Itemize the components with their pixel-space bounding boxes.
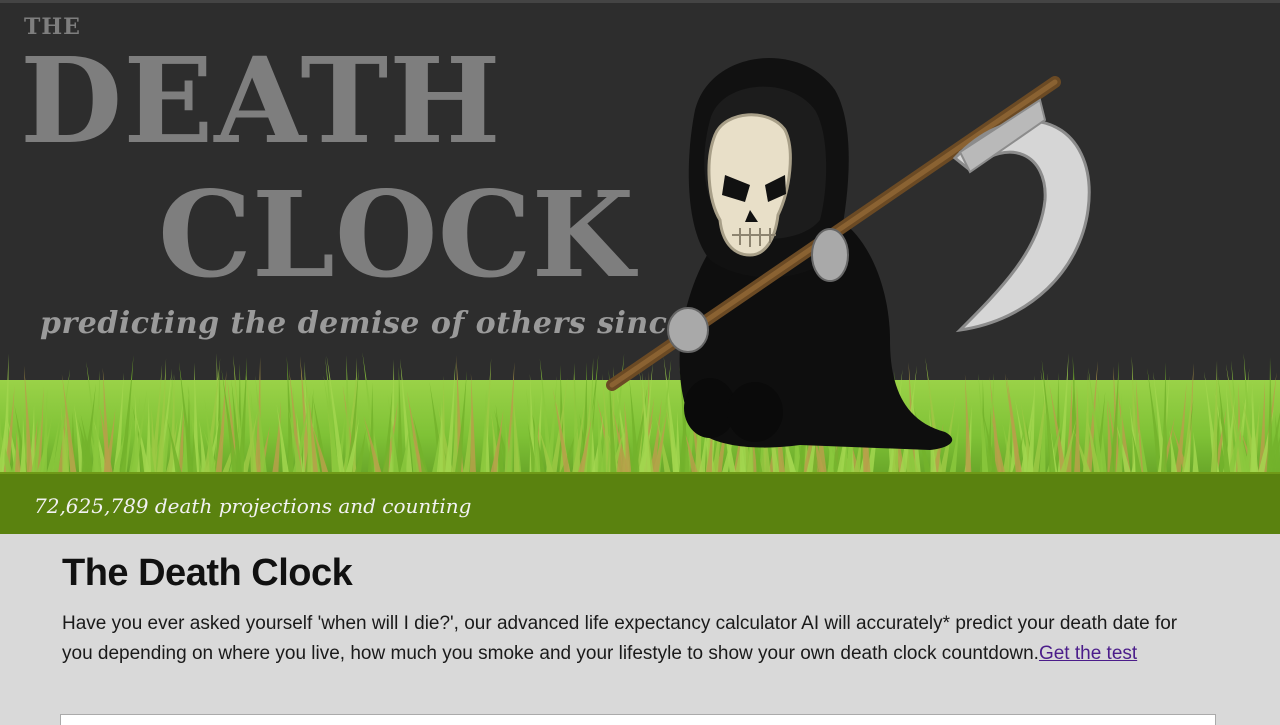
- page-title: The Death Clock: [62, 552, 353, 594]
- projection-counter-text: 72,625,789 death projections and countin…: [34, 494, 472, 518]
- logo-clock: CLOCK: [158, 165, 635, 304]
- intro-text: Have you ever asked yourself 'when will …: [62, 613, 1178, 664]
- grim-reaper-illustration: [606, 57, 1091, 450]
- logo-death: DEATH: [20, 31, 502, 170]
- get-the-test-link[interactable]: Get the test: [1039, 643, 1137, 664]
- main-content: The Death Clock Have you ever asked your…: [62, 552, 1212, 669]
- intro-paragraph: Have you ever asked yourself 'when will …: [62, 609, 1212, 669]
- top-rule: [0, 0, 1280, 3]
- site-header: THE DEATH CLOCK predicting the demise of…: [0, 0, 1280, 472]
- projection-counter-bar: 72,625,789 death projections and countin…: [0, 472, 1280, 534]
